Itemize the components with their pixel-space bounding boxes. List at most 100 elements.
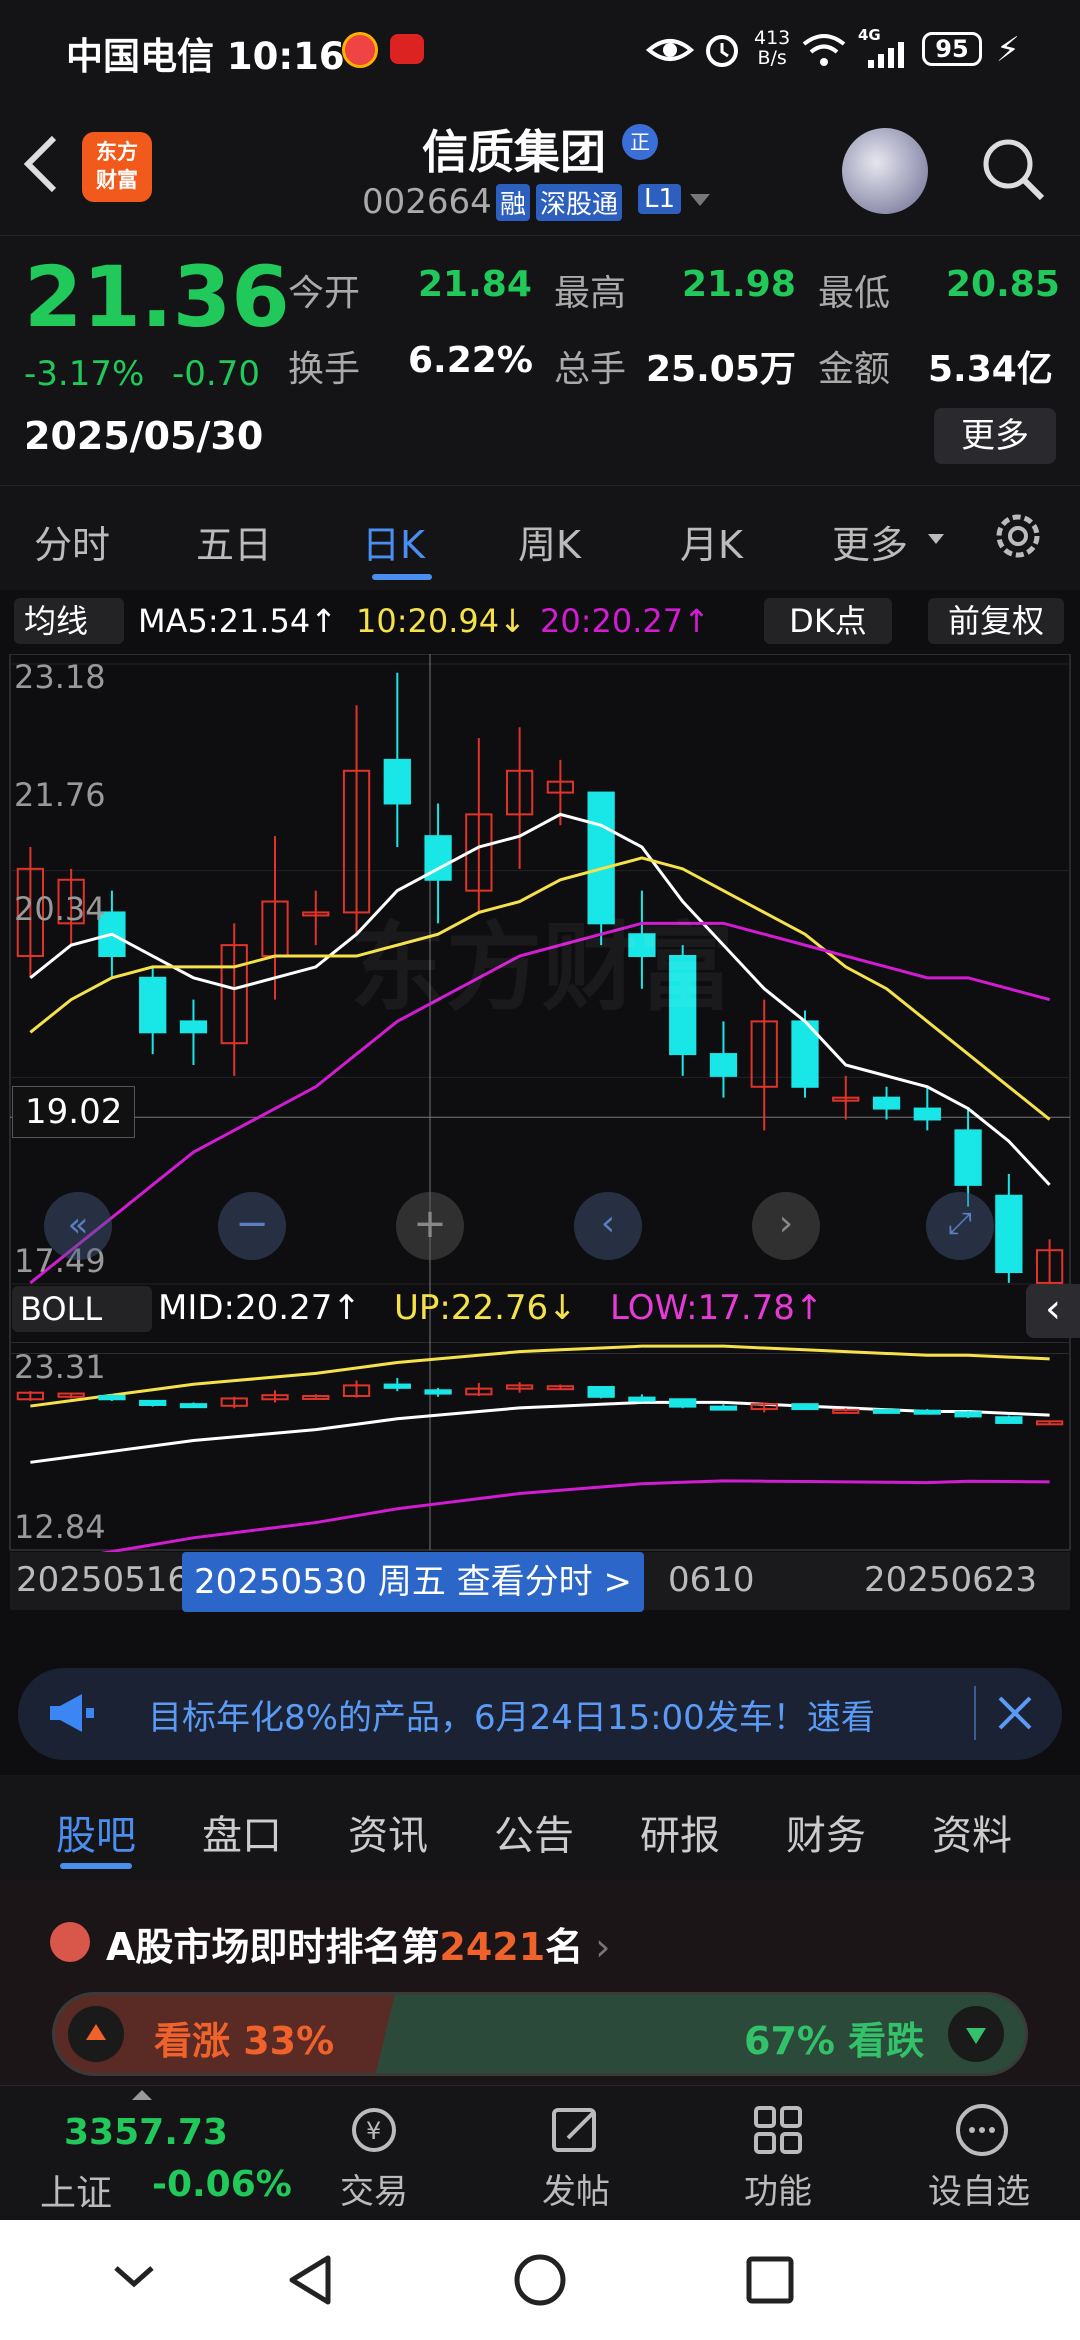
alarm-icon	[702, 28, 742, 74]
view-intraday-tooltip[interactable]: 20250530 周五 查看分时 >	[182, 1552, 644, 1612]
tab-more[interactable]: 更多	[832, 514, 908, 569]
index-expand-icon[interactable]	[132, 2090, 152, 2100]
boll-candle-body	[954, 1411, 982, 1418]
candle-body[interactable]	[709, 1053, 738, 1077]
open-label: 今开	[288, 273, 361, 314]
nav-back-icon[interactable]	[284, 2252, 336, 2312]
post-edit-icon[interactable]	[548, 2102, 604, 2162]
ma-selector-button[interactable]: 均线	[14, 598, 124, 644]
tab-daily-k[interactable]: 日K	[362, 514, 425, 569]
tab-news[interactable]: 资讯	[348, 1803, 428, 1861]
bearish-button[interactable]	[948, 2006, 1004, 2062]
dk-point-button[interactable]: DK点	[764, 598, 892, 644]
search-icon[interactable]	[980, 136, 1046, 206]
tab-weekly-k[interactable]: 周K	[518, 514, 581, 569]
signal-icon	[866, 42, 908, 72]
ranking-chart-icon	[50, 1922, 90, 1962]
boll-frame	[9, 1342, 1071, 1551]
candle-body[interactable]	[872, 1096, 901, 1110]
add-watchlist-icon[interactable]	[952, 2100, 1012, 2164]
robot-assistant-icon[interactable]	[842, 128, 928, 214]
ma5-value: MA5:21.54↑	[138, 602, 338, 640]
more-button[interactable]: 更多	[934, 408, 1056, 464]
feature-tabs: 股吧 盘口 资讯 公告 研报 财务 资料	[0, 1775, 1080, 1880]
tab-announcements[interactable]: 公告	[494, 1803, 574, 1861]
functions-grid-icon[interactable]	[750, 2102, 806, 2162]
nav-functions[interactable]: 功能	[744, 2164, 812, 2213]
boll-plot[interactable]	[0, 1342, 1080, 1552]
boll-candle-body	[913, 1409, 941, 1415]
tab-monthly-k[interactable]: 月K	[680, 514, 743, 569]
sh-index-value[interactable]: 3357.73	[64, 2112, 228, 2153]
trade-icon[interactable]: ¥	[344, 2104, 404, 2160]
candle-body[interactable]	[383, 758, 411, 805]
promo-notice-bar[interactable]: 目标年化8%的产品，6月24日15:00发车！速看	[18, 1668, 1062, 1760]
nav-add-watchlist[interactable]: 设自选	[928, 2164, 1030, 2213]
x-label-mid: 0610	[668, 1560, 755, 1600]
scroll-to-start-icon[interactable]: «	[44, 1192, 112, 1260]
charging-icon: ⚡	[996, 30, 1020, 70]
sh-index-change: -0.06%	[152, 2164, 292, 2205]
notice-text: 目标年化8%的产品，6月24日15:00发车！速看	[148, 1698, 875, 1738]
current-price: 21.36	[24, 248, 290, 346]
more-caret-icon	[928, 534, 944, 544]
ma20-value: 20:20.27↑	[540, 602, 710, 640]
boll-candle-body	[709, 1405, 738, 1411]
boll-low-value: LOW:17.78↑	[610, 1288, 824, 1328]
rank-number: 2421	[439, 1925, 546, 1969]
low-value: 20.85	[946, 264, 1060, 305]
boll-y-label-bottom: 12.84	[14, 1508, 106, 1546]
nav-home-icon[interactable]	[512, 2252, 568, 2312]
bottom-navigation: 3357.73 上证 -0.06% ¥ 交易 发帖 功能 设自选	[0, 2085, 1080, 2221]
change-amount: -0.70	[172, 354, 260, 394]
scroll-left-icon[interactable]: ‹	[574, 1192, 642, 1260]
boll-candle-body	[872, 1408, 901, 1414]
boll-candle-body	[179, 1403, 208, 1409]
tab-intraday[interactable]: 分时	[34, 514, 110, 569]
stock-name: 信质集团	[422, 125, 606, 179]
bearish-label: 67% 看跌	[744, 2019, 925, 2063]
adjust-price-button[interactable]: 前复权	[928, 598, 1064, 644]
market-rank[interactable]: A股市场即时排名第2421名 ›	[106, 1916, 610, 1971]
tab-finance[interactable]: 财务	[786, 1803, 866, 1861]
collapse-panel-icon[interactable]: ‹	[1026, 1284, 1080, 1338]
megaphone-icon	[46, 1690, 96, 1740]
candle-body[interactable]	[954, 1129, 982, 1186]
candle-body[interactable]	[913, 1107, 941, 1121]
caret-down-icon[interactable]	[690, 194, 710, 206]
candle-body[interactable]	[139, 976, 167, 1034]
nav-recents-icon[interactable]	[744, 2254, 796, 2310]
candle-body[interactable]	[995, 1194, 1023, 1274]
y-label-3: 20.34	[14, 890, 106, 928]
x-label-start: 20250516	[16, 1560, 190, 1600]
tab-five-day[interactable]: 五日	[196, 514, 272, 569]
zoom-in-icon[interactable]: +	[396, 1192, 464, 1260]
fullscreen-icon[interactable]: ⤢	[926, 1192, 994, 1260]
settings-gear-icon[interactable]	[990, 508, 1046, 568]
huawei-icon	[390, 34, 424, 64]
nav-collapse-icon[interactable]	[110, 2260, 158, 2296]
margin-tag: 融	[496, 184, 531, 221]
tab-research[interactable]: 研报	[640, 1803, 720, 1861]
scroll-right-icon[interactable]: ›	[752, 1192, 820, 1260]
bullish-button[interactable]	[68, 2006, 124, 2062]
zoom-out-icon[interactable]: −	[218, 1192, 286, 1260]
high-value: 21.98	[682, 264, 796, 305]
nav-trade[interactable]: 交易	[340, 2164, 408, 2213]
boll-y-label-top: 23.31	[14, 1348, 106, 1386]
tab-guba[interactable]: 股吧	[56, 1803, 136, 1861]
tab-profile[interactable]: 资料	[932, 1803, 1012, 1861]
boll-candle-body	[995, 1416, 1023, 1424]
high-label: 最高	[554, 273, 627, 314]
boll-selector-button[interactable]: BOLL	[12, 1286, 152, 1332]
quote-panel: 21.36 -3.17% -0.70 2025/05/30 今开 21.84 最…	[0, 235, 1080, 486]
net-speed: 413 B/s	[754, 27, 791, 69]
tab-pankou[interactable]: 盘口	[202, 1803, 282, 1861]
carrier-time: 中国电信 10:16	[66, 35, 345, 78]
app-logo-line2: 财富	[96, 168, 138, 192]
back-arrow-icon[interactable]	[20, 134, 60, 198]
candle-body[interactable]	[179, 1020, 208, 1034]
close-icon[interactable]	[990, 1688, 1040, 1742]
app-logo[interactable]: 东方 财富	[82, 132, 152, 202]
nav-post[interactable]: 发帖	[542, 2164, 610, 2213]
